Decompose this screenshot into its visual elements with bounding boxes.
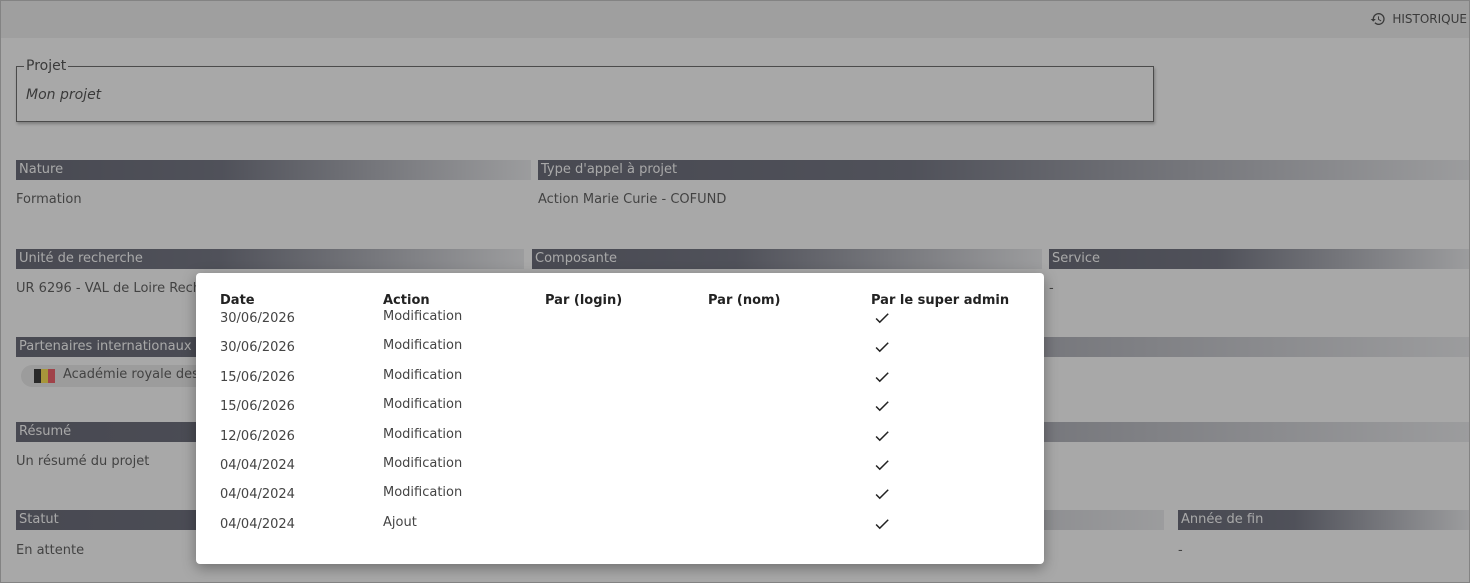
check-icon bbox=[875, 519, 889, 530]
col-header-nom: Par (nom) bbox=[708, 293, 781, 308]
cell-action: Modification bbox=[383, 368, 463, 383]
cell-date: 15/06/2026 bbox=[220, 370, 295, 385]
table-row: 15/06/2026 Modification bbox=[196, 397, 1044, 427]
check-icon bbox=[875, 460, 889, 471]
table-row: 12/06/2026 Modification bbox=[196, 427, 1044, 457]
check-icon bbox=[875, 489, 889, 500]
col-header-super-admin: Par le super admin bbox=[871, 293, 1010, 308]
check-icon bbox=[875, 313, 889, 324]
col-header-action: Action bbox=[383, 293, 430, 308]
check-icon bbox=[875, 342, 889, 353]
cell-date: 30/06/2026 bbox=[220, 311, 295, 326]
check-icon bbox=[875, 372, 889, 383]
table-row: 04/04/2024 Modification bbox=[196, 485, 1044, 515]
check-icon bbox=[875, 401, 889, 412]
table-row: 30/06/2026 Modification bbox=[196, 338, 1044, 368]
col-header-date: Date bbox=[220, 293, 255, 308]
cell-action: Ajout bbox=[383, 515, 417, 530]
table-row: 30/06/2026 Modification bbox=[196, 309, 1044, 339]
cell-date: 15/06/2026 bbox=[220, 399, 295, 414]
cell-action: Modification bbox=[383, 485, 463, 500]
cell-action: Modification bbox=[383, 309, 463, 324]
table-row: 04/04/2024 Modification bbox=[196, 456, 1044, 486]
cell-date: 12/06/2026 bbox=[220, 429, 295, 444]
cell-action: Modification bbox=[383, 427, 463, 442]
cell-action: Modification bbox=[383, 338, 463, 353]
cell-action: Modification bbox=[383, 397, 463, 412]
cell-date: 04/04/2024 bbox=[220, 458, 295, 473]
cell-date: 30/06/2026 bbox=[220, 340, 295, 355]
cell-action: Modification bbox=[383, 456, 463, 471]
cell-date: 04/04/2024 bbox=[220, 487, 295, 502]
col-header-login: Par (login) bbox=[545, 293, 623, 308]
table-row: 15/06/2026 Modification bbox=[196, 368, 1044, 398]
table-row: 04/04/2024 Ajout bbox=[196, 515, 1044, 545]
cell-date: 04/04/2024 bbox=[220, 517, 295, 532]
history-dialog: Date Action Par (login) Par (nom) Par le… bbox=[196, 273, 1044, 564]
check-icon bbox=[875, 431, 889, 442]
